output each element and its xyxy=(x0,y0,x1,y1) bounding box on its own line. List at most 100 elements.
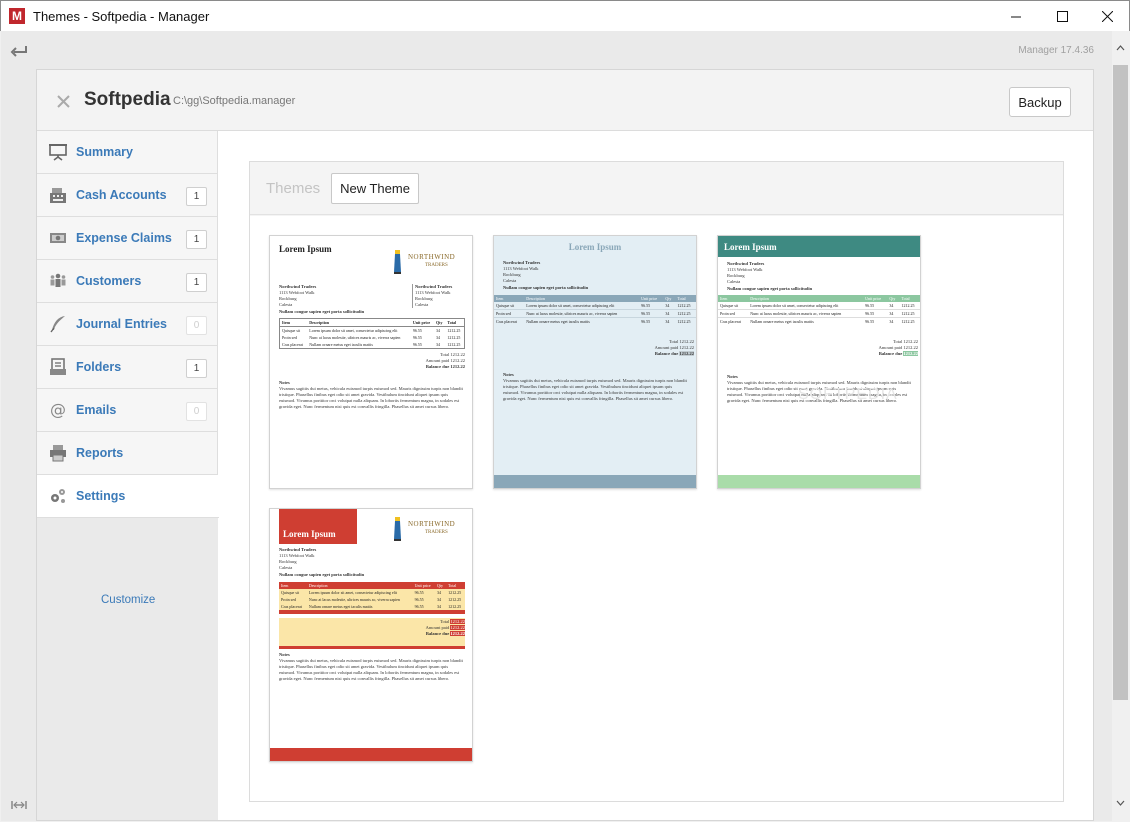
money-icon xyxy=(50,233,66,243)
count-badge: 1 xyxy=(186,273,207,292)
preview-text: 1212.25 xyxy=(448,597,462,602)
close-business-button[interactable] xyxy=(57,95,70,113)
preview-title: Lorem Ipsum xyxy=(568,242,622,252)
preview-text: Nullam ornare metus eget iaculis mattis xyxy=(308,604,373,609)
close-window-button[interactable] xyxy=(1084,1,1130,32)
preview-title: Lorem Ipsum xyxy=(279,244,332,254)
preview-text: Amount paid xyxy=(878,345,903,350)
preview-text: 96.55 xyxy=(641,303,651,308)
preview-text: Calesta xyxy=(503,278,517,283)
vertical-scrollbar[interactable] xyxy=(1112,31,1129,821)
sidebar-item-label: Summary xyxy=(76,145,133,159)
preview-text: Qty xyxy=(665,296,672,301)
preview-text: Nunc at lacus molestie, ultrices mauris … xyxy=(309,335,401,340)
business-path: C:\gg\Softpedia.manager xyxy=(173,95,296,107)
preview-text: Description xyxy=(308,583,328,588)
preview-text: 1212.25 xyxy=(677,311,691,316)
preview-text: Balance due xyxy=(425,364,450,369)
cash-register-icon xyxy=(50,188,66,203)
preview-text: 96.55 xyxy=(865,311,875,316)
sidebar-item-journal-entries[interactable]: Journal Entries 0 xyxy=(37,303,218,346)
scroll-thumb[interactable] xyxy=(1113,65,1128,700)
folder-icon xyxy=(50,358,66,375)
sidebar-item-reports[interactable]: Reports xyxy=(37,432,218,475)
preview-text: Notes xyxy=(503,372,514,377)
close-icon xyxy=(1101,11,1113,22)
summary-line: Nullam congue sapien eget porta sollicit… xyxy=(727,286,813,291)
preview-text: Unit price xyxy=(412,320,431,325)
preview-text: Total xyxy=(893,339,903,344)
preview-text: Rockburg xyxy=(503,272,521,277)
people-icon xyxy=(50,273,66,287)
company-block: Northwind Traders 1113 Webfoot Walk Rock… xyxy=(279,284,369,308)
scroll-up-button[interactable] xyxy=(1112,31,1129,65)
customize-link[interactable]: Customize xyxy=(101,594,155,606)
preview-text: 1212.22 xyxy=(679,339,694,344)
preview-text: Cras placerat xyxy=(720,319,741,324)
preview-text: 96.55 xyxy=(641,319,651,324)
expand-horizontal-icon xyxy=(11,801,27,809)
scroll-down-button[interactable] xyxy=(1112,793,1129,813)
count-badge: 0 xyxy=(186,316,207,335)
sidebar-item-customers[interactable]: Customers 1 xyxy=(37,260,218,303)
back-button[interactable] xyxy=(10,44,28,63)
theme-thumbnail-teal[interactable]: Lorem Ipsum Northwind Traders 1113 Webfo… xyxy=(717,235,921,489)
preview-text: Description xyxy=(526,296,545,301)
window-title: Themes - Softpedia - Manager xyxy=(33,9,210,24)
sidebar-item-emails[interactable]: @ Emails 0 xyxy=(37,389,218,432)
preview-text: 1212.25 xyxy=(677,303,691,308)
preview-text: Item xyxy=(720,296,728,301)
preview-text: 1212.25 xyxy=(447,342,461,347)
preview-text: Cras placerat xyxy=(496,319,517,324)
backup-button[interactable]: Backup xyxy=(1009,87,1071,117)
preview-text: Balance due xyxy=(425,631,450,636)
business-card: Softpedia C:\gg\Softpedia.manager Backup… xyxy=(36,69,1094,821)
sidebar-item-folders[interactable]: Folders 1 xyxy=(37,346,218,389)
preview-text: Rockburg xyxy=(279,559,297,564)
preview-text: Qty xyxy=(436,320,443,325)
preview-text: Northwind Traders xyxy=(727,261,765,266)
company-block: Northwind Traders 1113 Webfoot Walk Rock… xyxy=(279,547,369,571)
theme-thumbnail-red[interactable]: Lorem Ipsum NORTHWIND TRADERS Northwind … xyxy=(269,508,473,762)
preview-text: Notes xyxy=(727,374,738,379)
count-badge: 1 xyxy=(186,230,207,249)
preview-text: 34 xyxy=(436,342,441,347)
theme-thumbnail-plain[interactable]: Lorem Ipsum NORTHWIND TRADERS Northwind … xyxy=(269,235,473,489)
lighthouse-logo-icon xyxy=(391,515,404,541)
maximize-icon xyxy=(1056,11,1068,22)
company-region: Calesta xyxy=(279,302,293,307)
close-icon xyxy=(57,95,70,108)
notes-block: Notes Vivamus sagittis dui metus, vehicu… xyxy=(503,372,689,402)
sidebar-item-settings[interactable]: Settings xyxy=(37,475,219,518)
theme-thumbnail-blue[interactable]: Lorem Ipsum Northwind Traders 1113 Webfo… xyxy=(493,235,697,489)
count-badge: 1 xyxy=(186,187,207,206)
preview-text: 1212.22 xyxy=(679,351,694,356)
preview-text: 96.55 xyxy=(412,342,422,347)
totals-block: Total 1212.22 Amount paid 1212.22 Balanc… xyxy=(858,339,918,357)
preview-text: Item xyxy=(281,583,289,588)
count-badge: 1 xyxy=(186,359,207,378)
sidebar-item-summary[interactable]: Summary xyxy=(37,131,218,174)
company-address: 1113 Webfoot Walk xyxy=(279,290,315,295)
sidebar-item-cash-accounts[interactable]: Cash Accounts 1 xyxy=(37,174,218,217)
presentation-icon xyxy=(49,144,67,161)
minimize-button[interactable] xyxy=(993,1,1039,32)
preview-text: 1212.25 xyxy=(901,311,915,316)
preview-text: Unit price xyxy=(414,583,431,588)
preview-text: Lorem ipsum dolor sit amet, consectetur … xyxy=(526,303,615,308)
preview-text: 1212.25 xyxy=(901,319,915,324)
company-name: Northwind Traders xyxy=(279,284,317,289)
new-theme-button[interactable]: New Theme xyxy=(331,173,419,204)
preview-text: 34 xyxy=(889,303,894,308)
maximize-button[interactable] xyxy=(1039,1,1085,32)
preview-text: Nullam ornare metus eget iaculis mattis xyxy=(309,342,373,347)
themes-grid: Lorem Ipsum NORTHWIND TRADERS Northwind … xyxy=(250,216,1063,801)
items-table: Item Description Unit price Qty Total Quisqu… xyxy=(279,318,465,349)
recipient-address: 1113 Webfoot Walk xyxy=(415,290,451,295)
sidebar-item-expense-claims[interactable]: Expense Claims 1 xyxy=(37,217,218,260)
preview-text: Unit price xyxy=(641,296,658,301)
preview-text: Amount paid xyxy=(654,345,679,350)
resize-width-button[interactable] xyxy=(11,797,27,815)
preview-text: Total xyxy=(669,339,679,344)
manager-app-icon: M xyxy=(9,8,25,24)
